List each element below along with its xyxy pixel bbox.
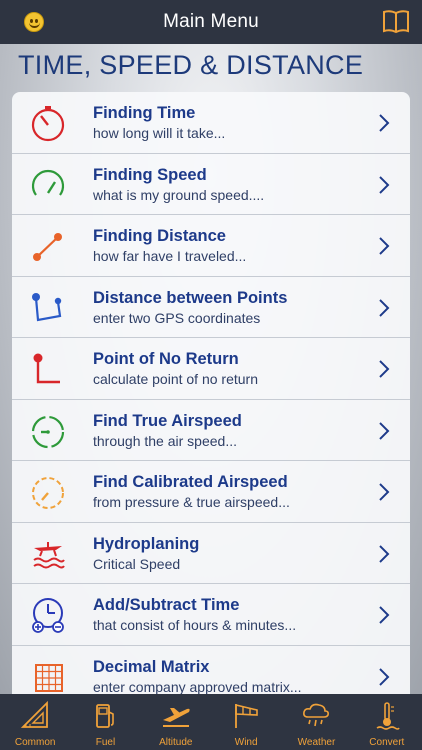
list-item[interactable]: Finding Distance how far have I traveled… <box>12 215 410 277</box>
windsock-icon <box>235 703 258 728</box>
list-item[interactable]: Find True Airspeed through the air speed… <box>12 400 410 461</box>
tab-fuel[interactable]: Fuel <box>70 694 140 750</box>
hydroplaning-plane-icon <box>33 541 65 568</box>
tab-label: Weather <box>297 737 336 748</box>
chevron-right-icon <box>379 544 390 563</box>
item-subtitle: how long will it take... <box>93 125 226 141</box>
chevron-right-icon <box>379 298 390 317</box>
list-item[interactable]: Point of No Return calculate point of no… <box>12 338 410 400</box>
chevron-right-icon <box>379 175 390 194</box>
item-title: Decimal Matrix <box>93 657 210 676</box>
nav-title: Main Menu <box>163 11 259 32</box>
matrix-grid-icon <box>35 663 63 692</box>
tab-altitude[interactable]: Altitude <box>141 694 211 750</box>
gps-points-icon <box>32 292 62 321</box>
item-subtitle: that consist of hours & minutes... <box>93 617 297 633</box>
list-item[interactable]: Decimal Matrix enter company approved ma… <box>12 646 410 695</box>
item-title: Distance between Points <box>93 288 288 307</box>
tab-bar: Common Fuel Altitude Wind Weather Conver… <box>0 694 422 750</box>
item-title: Add/Subtract Time <box>93 596 240 614</box>
item-title: Finding Speed <box>93 165 207 184</box>
navigation-bar: Main Menu <box>0 0 422 44</box>
section-title: TIME, SPEED & DISTANCE <box>18 50 364 80</box>
thermometer-icon <box>376 702 400 730</box>
item-subtitle: what is my ground speed.... <box>93 186 265 203</box>
book-icon[interactable] <box>382 9 410 35</box>
rain-cloud-icon <box>303 703 330 727</box>
item-title: Hydroplaning <box>93 534 200 553</box>
item-title: Find True Airspeed <box>93 411 242 430</box>
item-subtitle: calculate point of no return <box>93 371 258 387</box>
clock-add-subtract-icon <box>32 598 64 633</box>
ruler-triangle-icon <box>20 700 49 728</box>
tab-wind[interactable]: Wind <box>211 694 281 750</box>
item-title: Finding Distance <box>93 227 226 245</box>
tab-label: Altitude <box>159 737 193 748</box>
chevron-right-icon <box>379 606 390 624</box>
tab-weather[interactable]: Weather <box>281 694 351 750</box>
calibrated-airspeed-gauge-icon <box>32 477 64 509</box>
list-item[interactable]: Add/Subtract Time that consist of hours … <box>12 584 410 646</box>
item-title: Find Calibrated Airspeed <box>93 473 288 491</box>
stopwatch-red-icon <box>31 106 65 142</box>
fuel-pump-icon <box>96 704 115 728</box>
tab-label: Fuel <box>95 737 116 748</box>
list-item[interactable]: Distance between Points enter two GPS co… <box>12 277 410 338</box>
chevron-right-icon <box>379 360 390 378</box>
smiley-icon[interactable] <box>24 12 44 32</box>
chevron-right-icon <box>379 667 390 686</box>
item-subtitle: Critical Speed <box>93 555 181 572</box>
true-airspeed-gauge-icon <box>31 415 65 448</box>
no-return-icon <box>33 353 60 384</box>
list-item[interactable]: Finding Speed what is my ground speed...… <box>12 154 410 215</box>
tab-convert[interactable]: Convert <box>352 694 422 750</box>
list-item[interactable]: Find Calibrated Airspeed from pressure &… <box>12 461 410 523</box>
airplane-takeoff-icon <box>162 708 190 727</box>
item-subtitle: through the air speed... <box>93 432 237 449</box>
chevron-right-icon <box>379 483 390 501</box>
distance-line-icon <box>33 233 62 261</box>
tab-label: Convert <box>369 737 405 748</box>
item-subtitle: enter company approved matrix... <box>93 678 302 695</box>
list-item[interactable]: Finding Time how long will it take... <box>12 92 410 154</box>
speedometer-green-icon <box>31 169 65 196</box>
tab-label: Common <box>14 737 56 748</box>
menu-list: Finding Time how long will it take... Fi… <box>12 92 410 694</box>
item-subtitle: enter two GPS coordinates <box>93 309 261 326</box>
list-item[interactable]: Hydroplaning Critical Speed <box>12 523 410 584</box>
item-subtitle: how far have I traveled... <box>93 248 247 264</box>
chevron-right-icon <box>379 114 390 132</box>
tab-label: Wind <box>234 737 258 748</box>
item-title: Point of No Return <box>93 350 239 368</box>
chevron-right-icon <box>379 421 390 440</box>
item-subtitle: from pressure & true airspeed... <box>93 494 290 510</box>
item-title: Finding Time <box>93 104 196 122</box>
chevron-right-icon <box>379 237 390 255</box>
tab-common[interactable]: Common <box>0 694 70 750</box>
